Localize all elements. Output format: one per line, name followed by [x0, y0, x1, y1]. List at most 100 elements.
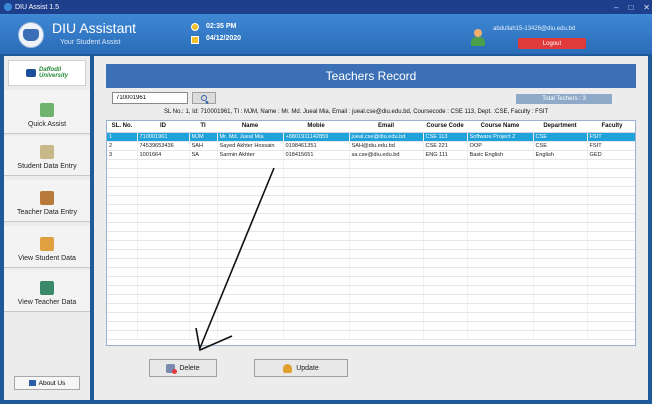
empty-table-cell	[467, 240, 534, 250]
close-icon[interactable]: ✕	[643, 3, 650, 12]
empty-table-cell	[533, 186, 588, 196]
table-row[interactable]: 2 74539653436 SAH Sayed Akhter Hossain 0…	[107, 141, 635, 151]
empty-table-cell	[587, 330, 635, 340]
empty-table-cell	[217, 276, 284, 286]
table-row[interactable]: 1 710001961 MJM Mr. Md. Jueal Mia +88019…	[107, 132, 635, 142]
sidebar-item-teacher-data-entry[interactable]: Teacher Data Entry	[4, 180, 90, 222]
empty-table-cell	[587, 168, 635, 178]
search-input[interactable]	[112, 92, 188, 104]
app-subtitle: Your Student Assist	[60, 39, 121, 46]
empty-table-cell	[587, 159, 635, 169]
empty-table-cell	[349, 213, 424, 223]
empty-table-row	[107, 204, 635, 214]
empty-table-cell	[533, 213, 588, 223]
empty-table-cell	[137, 168, 190, 178]
table-cell: Basic English	[467, 150, 534, 160]
column-header[interactable]: Mobie	[283, 121, 349, 133]
empty-table-cell	[349, 231, 424, 241]
table-cell: FSIT	[587, 141, 635, 151]
column-header[interactable]: TI	[189, 121, 217, 133]
empty-table-cell	[283, 231, 350, 241]
search-button[interactable]	[192, 92, 216, 104]
window-title-bar: DIU Assist 1.5 – □ ✕	[0, 0, 652, 14]
empty-table-cell	[467, 222, 534, 232]
sidebar-item-label: View Teacher Data	[17, 299, 77, 306]
empty-table-cell	[217, 231, 284, 241]
empty-table-cell	[533, 258, 588, 268]
teachers-table[interactable]: SL. No. ID TI Name Mobie Email Course Co…	[106, 120, 636, 346]
empty-table-cell	[533, 312, 588, 322]
empty-table-cell	[587, 240, 635, 250]
about-us-button[interactable]: About Us	[14, 376, 80, 390]
user-email: abdullah15-13426@diu.edu.bd	[493, 26, 576, 32]
empty-table-row	[107, 195, 635, 205]
logout-button[interactable]: Logout	[518, 38, 586, 49]
empty-table-cell	[107, 258, 138, 268]
table-cell: GED	[587, 150, 635, 160]
empty-table-cell	[189, 267, 218, 277]
current-date: 04/12/2020	[206, 35, 242, 42]
empty-table-cell	[533, 303, 588, 313]
update-button[interactable]: Update	[254, 359, 348, 377]
empty-table-cell	[217, 312, 284, 322]
column-header[interactable]: SL. No.	[107, 121, 137, 133]
empty-table-cell	[217, 168, 284, 178]
empty-table-cell	[283, 195, 350, 205]
empty-table-cell	[349, 222, 424, 232]
empty-table-cell	[283, 330, 350, 340]
empty-table-cell	[137, 213, 190, 223]
column-header[interactable]: Faculty	[587, 121, 635, 133]
empty-table-cell	[189, 330, 218, 340]
empty-table-cell	[189, 294, 218, 304]
empty-table-cell	[217, 249, 284, 259]
empty-table-cell	[283, 303, 350, 313]
table-cell: 2	[107, 141, 138, 151]
teacher-entry-icon	[40, 191, 54, 205]
empty-table-cell	[423, 312, 468, 322]
empty-table-cell	[189, 285, 218, 295]
empty-table-cell	[467, 285, 534, 295]
empty-table-cell	[349, 159, 424, 169]
sidebar-item-student-data-entry[interactable]: Student Data Entry	[4, 136, 90, 176]
column-header[interactable]: Course Name	[467, 121, 533, 133]
empty-table-cell	[189, 312, 218, 322]
minimize-icon[interactable]: –	[614, 3, 618, 12]
empty-table-cell	[107, 204, 138, 214]
table-cell: CSE 221	[423, 141, 468, 151]
empty-table-cell	[217, 303, 284, 313]
table-cell: jueal.cse@diu.edu.bd	[349, 132, 424, 142]
empty-table-row	[107, 321, 635, 331]
empty-table-cell	[423, 276, 468, 286]
empty-table-cell	[137, 240, 190, 250]
empty-table-cell	[423, 186, 468, 196]
total-teachers-badge: Total Techers : 3	[516, 94, 612, 104]
sidebar-item-view-student-data[interactable]: View Student Data	[4, 226, 90, 268]
empty-table-cell	[423, 249, 468, 259]
empty-table-cell	[283, 249, 350, 259]
empty-table-cell	[467, 330, 534, 340]
empty-table-cell	[423, 285, 468, 295]
column-header[interactable]: Email	[349, 121, 423, 133]
sidebar-item-quick-assist[interactable]: Quick Assist	[4, 90, 90, 134]
column-header[interactable]: Course Code	[423, 121, 467, 133]
table-cell: English	[533, 150, 588, 160]
column-header[interactable]: Department	[533, 121, 587, 133]
sidebar-item-view-teacher-data[interactable]: View Teacher Data	[4, 270, 90, 312]
empty-table-cell	[283, 177, 350, 187]
empty-table-cell	[107, 222, 138, 232]
empty-table-cell	[107, 276, 138, 286]
column-header[interactable]: ID	[137, 121, 189, 133]
empty-table-cell	[467, 267, 534, 277]
empty-table-cell	[587, 186, 635, 196]
column-header[interactable]: Name	[217, 121, 283, 133]
delete-button[interactable]: Delete	[149, 359, 217, 377]
delete-icon	[166, 363, 178, 374]
empty-table-row	[107, 186, 635, 196]
empty-table-cell	[423, 222, 468, 232]
student-entry-icon	[40, 145, 54, 159]
empty-table-cell	[423, 159, 468, 169]
table-row[interactable]: 3 1001664 SA Sarmin Akhter 018415651 sa.…	[107, 150, 635, 160]
maximize-icon[interactable]: □	[628, 3, 633, 12]
empty-table-cell	[467, 213, 534, 223]
logo-text-2: University	[38, 73, 68, 79]
